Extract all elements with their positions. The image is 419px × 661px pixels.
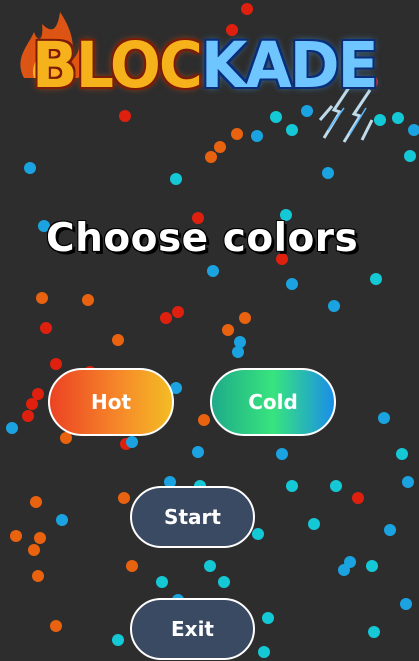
particle [112, 334, 124, 346]
particle [28, 544, 40, 556]
particle [252, 528, 264, 540]
logo-title-hot: BLOC [32, 29, 203, 103]
hot-color-button[interactable]: Hot [48, 368, 174, 436]
particle [126, 560, 138, 572]
particle [378, 412, 390, 424]
particle [6, 422, 18, 434]
particle [404, 150, 416, 162]
particle [192, 446, 204, 458]
particle [322, 167, 334, 179]
particle [126, 436, 138, 448]
particle [56, 514, 68, 526]
particle [232, 346, 244, 358]
particle [160, 312, 172, 324]
particle [408, 124, 419, 136]
particle [214, 141, 226, 153]
particle [50, 620, 62, 632]
particle [36, 292, 48, 304]
particle [30, 496, 42, 508]
start-button[interactable]: Start [130, 486, 255, 548]
particle [396, 448, 408, 460]
particle [262, 612, 274, 624]
logo-title-cold: KADE [200, 29, 379, 103]
particle [34, 532, 46, 544]
start-button-label: Start [164, 505, 221, 529]
particle [251, 130, 263, 142]
particle [368, 626, 380, 638]
particle [112, 634, 124, 646]
cold-button-label: Cold [248, 390, 298, 414]
particle [207, 265, 219, 277]
particle [352, 492, 364, 504]
particle [402, 476, 414, 488]
particle [156, 576, 168, 588]
particle [366, 560, 378, 572]
particle [286, 480, 298, 492]
particle [328, 300, 340, 312]
particle [170, 173, 182, 185]
particle [198, 414, 210, 426]
particle [205, 151, 217, 163]
particle [286, 278, 298, 290]
particle [400, 598, 412, 610]
particle [222, 324, 234, 336]
particle [22, 410, 34, 422]
particle [308, 518, 320, 530]
exit-button-label: Exit [171, 617, 214, 641]
particle [26, 398, 38, 410]
particle [370, 273, 382, 285]
game-logo: BLOCKADE [14, 10, 379, 143]
particle [258, 646, 270, 658]
particle [239, 312, 251, 324]
particle [384, 524, 396, 536]
particle [330, 480, 342, 492]
particle [172, 306, 184, 318]
particle [10, 530, 22, 542]
particle [392, 112, 404, 124]
cold-color-button[interactable]: Cold [210, 368, 336, 436]
choose-colors-heading: Choose colors [46, 216, 359, 261]
particle [82, 294, 94, 306]
logo-title: BLOCKADE [32, 35, 379, 98]
particle [24, 162, 36, 174]
particle [32, 570, 44, 582]
particle [276, 448, 288, 460]
particle [204, 560, 216, 572]
particle [40, 322, 52, 334]
particle [338, 564, 350, 576]
particle [50, 358, 62, 370]
exit-button[interactable]: Exit [130, 598, 255, 660]
particle [118, 492, 130, 504]
hot-button-label: Hot [90, 390, 132, 414]
particle [218, 576, 230, 588]
